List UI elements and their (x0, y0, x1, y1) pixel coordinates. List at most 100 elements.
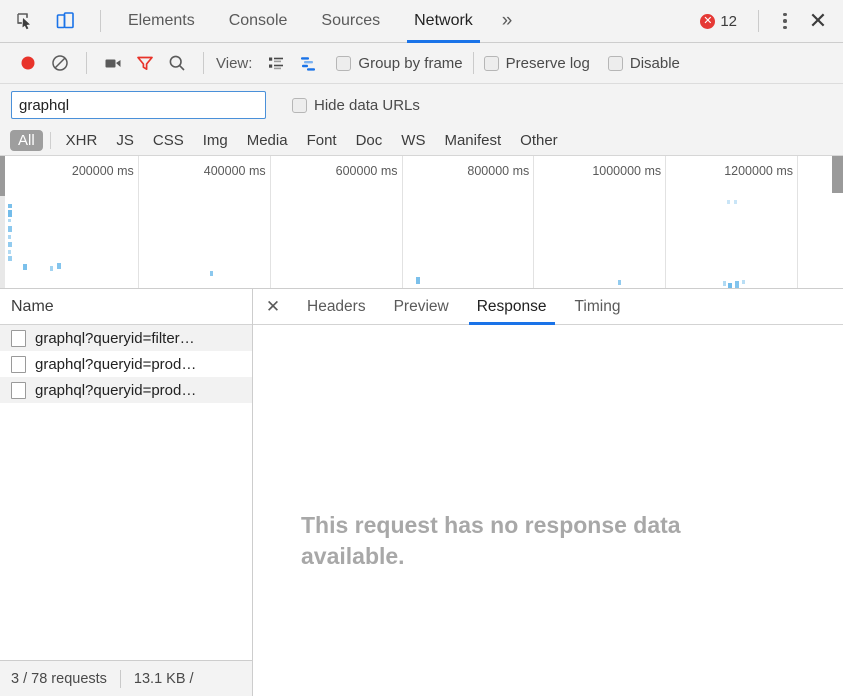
request-details-pane: ✕ Headers Preview Response Timing This r… (253, 289, 843, 696)
disable-cache-checkbox[interactable]: Disable (607, 55, 680, 72)
tabbar-right-controls: ✕ 12 ✕ (691, 6, 843, 36)
overview-gridline (137, 156, 139, 288)
overview-request-bar (741, 280, 745, 285)
request-name: graphql?queryid=prod… (35, 381, 197, 399)
checkbox-box (336, 55, 352, 71)
filter-chip-js[interactable]: JS (108, 130, 142, 151)
details-tab-preview[interactable]: Preview (380, 289, 463, 325)
overview-request-bar (7, 210, 12, 218)
inspect-element-icon[interactable] (10, 7, 40, 35)
overview-request-bar (733, 199, 737, 204)
overview-gridline (401, 156, 403, 288)
filter-chip-manifest[interactable]: Manifest (436, 130, 509, 151)
filter-chip-doc[interactable]: Doc (348, 130, 391, 151)
tab-sources[interactable]: Sources (304, 0, 397, 43)
tab-elements[interactable]: Elements (111, 0, 212, 43)
filter-chip-img[interactable]: Img (195, 130, 236, 151)
waterfall-view-icon[interactable] (292, 48, 324, 78)
details-tab-response[interactable]: Response (463, 289, 561, 325)
overview-tick-label: 600000 ms (335, 164, 398, 178)
overview-request-bar (7, 256, 12, 262)
clear-network-log-icon[interactable] (44, 48, 76, 78)
filter-chip-media[interactable]: Media (239, 130, 296, 151)
filter-input[interactable] (11, 91, 266, 119)
network-content-split: Name graphql?queryid=filter… graphql?quer… (0, 289, 843, 696)
overview-tick-label: 1000000 ms (592, 164, 662, 178)
details-tab-headers[interactable]: Headers (293, 289, 380, 325)
details-body: This request has no response data availa… (253, 325, 843, 696)
request-name: graphql?queryid=prod… (35, 355, 197, 373)
tab-network[interactable]: Network (397, 0, 490, 43)
record-button-icon[interactable] (12, 48, 44, 78)
hide-data-urls-checkbox[interactable]: Hide data URLs (292, 97, 420, 114)
overview-request-bar (735, 281, 740, 288)
network-toolbar: View: Group by frame Preserve log Disabl… (0, 43, 843, 84)
resource-type-filters: All XHR JS CSS Img Media Font Doc WS Man… (0, 126, 843, 156)
network-status-bar: 3 / 78 requests 13.1 KB / (0, 660, 252, 696)
request-list-pane: Name graphql?queryid=filter… graphql?quer… (0, 289, 253, 696)
filter-row: Hide data URLs (0, 84, 843, 126)
filter-chip-ws[interactable]: WS (393, 130, 433, 151)
overview-gridline (269, 156, 271, 288)
overview-right-rail (797, 156, 843, 288)
toolbar-divider (100, 10, 101, 32)
request-row[interactable]: graphql?queryid=prod… (0, 377, 252, 403)
panel-tabs: Elements Console Sources Network » (111, 0, 524, 43)
overview-request-bar (415, 277, 420, 285)
overview-request-bar (56, 262, 61, 269)
overview-request-bar (7, 225, 12, 232)
empty-response-message: This request has no response data availa… (301, 512, 681, 570)
kebab-dot (783, 12, 787, 17)
close-icon[interactable]: ✕ (801, 6, 835, 36)
overview-request-bar (7, 241, 12, 247)
overview-tick-label: 800000 ms (467, 164, 530, 178)
checkbox-box (607, 55, 623, 71)
preserve-log-checkbox[interactable]: Preserve log (483, 54, 590, 72)
close-details-icon[interactable]: ✕ (253, 289, 293, 324)
request-row[interactable]: graphql?queryid=prod… (0, 351, 252, 377)
tab-console-label: Console (228, 12, 288, 29)
error-count: 12 (720, 12, 737, 30)
group-by-frame-label: Group by frame (358, 54, 463, 72)
search-icon[interactable] (161, 48, 193, 78)
capture-screenshots-icon[interactable] (97, 48, 129, 78)
overview-scroll-thumb[interactable] (832, 156, 843, 193)
request-list-header[interactable]: Name (0, 289, 252, 325)
preserve-log-label: Preserve log (505, 54, 590, 72)
filter-chip-all[interactable]: All (10, 130, 43, 151)
overview-left-scroll-thumb[interactable] (0, 156, 5, 196)
details-tab-timing[interactable]: Timing (561, 289, 635, 325)
kebab-menu-icon[interactable] (771, 6, 799, 36)
error-badge[interactable]: ✕ 12 (691, 7, 746, 35)
transfer-size: 13.1 KB / (133, 670, 194, 687)
more-tabs-button[interactable]: » (490, 0, 525, 43)
filter-chip-font[interactable]: Font (299, 130, 345, 151)
request-row[interactable]: graphql?queryid=filter… (0, 325, 252, 351)
error-circle-icon: ✕ (700, 13, 716, 29)
filter-chip-xhr[interactable]: XHR (58, 130, 106, 151)
request-count: 3 / 78 requests (11, 670, 107, 687)
checkbox-box (483, 55, 499, 71)
filter-icon[interactable] (129, 48, 161, 78)
filter-chip-other[interactable]: Other (512, 130, 566, 151)
inspect-controls (0, 7, 111, 35)
chip-divider (49, 132, 51, 149)
filter-chip-css[interactable]: CSS (145, 130, 192, 151)
view-label: View: (216, 54, 253, 72)
overview-gridline (665, 156, 667, 288)
overview-gridline (533, 156, 535, 288)
hide-data-urls-label: Hide data URLs (314, 96, 420, 114)
overview-left-rail (0, 156, 5, 288)
device-toolbar-icon[interactable] (50, 7, 80, 35)
network-overview-timeline[interactable]: 200000 ms 400000 ms 600000 ms 800000 ms 1000… (0, 156, 843, 289)
overview-request-bar (8, 249, 12, 254)
overview-plot-area: 200000 ms 400000 ms 600000 ms 800000 ms 1000… (6, 156, 798, 288)
document-icon (11, 355, 26, 373)
tab-console[interactable]: Console (212, 0, 305, 43)
overview-request-bar (8, 235, 12, 240)
kebab-dot (783, 19, 787, 23)
group-by-frame-checkbox[interactable]: Group by frame (336, 54, 463, 72)
checkbox-box (292, 97, 307, 113)
list-view-icon[interactable] (260, 48, 292, 78)
toolbar-divider (86, 52, 87, 74)
